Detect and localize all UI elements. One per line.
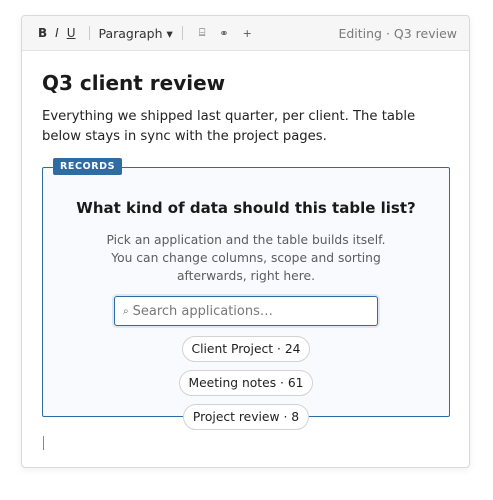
chip-client-project[interactable]: Client Project · 24 [181, 336, 311, 362]
editing-status: Editing · Q3 review [338, 26, 457, 41]
intro-paragraph: Everything we shipped last quarter, per … [42, 109, 416, 144]
block-style-dropdown[interactable]: Paragraph ▾ [99, 26, 173, 41]
toolbar-divider [181, 26, 183, 40]
text-caret [43, 436, 44, 450]
add-icon[interactable]: + [236, 27, 259, 40]
insert-table-icon[interactable]: ⌸ [192, 26, 213, 40]
bold-button[interactable]: B [34, 26, 51, 40]
editor-toolbar: B I U Paragraph ▾ ⌸ ⚭ + Editing · Q3 rev… [22, 16, 469, 51]
block-style-label: Paragraph [98, 25, 163, 41]
records-question: What kind of data should this table list… [76, 199, 416, 217]
search-icon: ⌕ [123, 305, 129, 317]
underline-button[interactable]: U [63, 26, 80, 40]
records-tag: RECORDS [53, 158, 123, 175]
records-block: RECORDS What kind of data should this ta… [42, 158, 450, 430]
link-icon[interactable]: ⚭ [212, 27, 235, 40]
toolbar-divider [88, 26, 90, 40]
document-body[interactable]: Q3 client review Everything we shipped l… [22, 51, 469, 147]
page-title: Q3 client review [42, 71, 226, 95]
application-chips: Client Project · 24 Meeting notes · 61 P… [116, 336, 376, 430]
search-input[interactable] [132, 303, 353, 319]
editor-window: B I U Paragraph ▾ ⌸ ⚭ + Editing · Q3 rev… [21, 15, 470, 468]
chevron-down-icon: ▾ [166, 25, 173, 41]
chip-project-review[interactable]: Project review · 8 [182, 404, 310, 430]
chip-meeting-notes[interactable]: Meeting notes · 61 [178, 370, 314, 396]
records-help-text: Pick an application and the table builds… [106, 233, 386, 283]
italic-button[interactable]: I [51, 26, 63, 40]
application-search[interactable]: ⌕ [114, 296, 378, 326]
